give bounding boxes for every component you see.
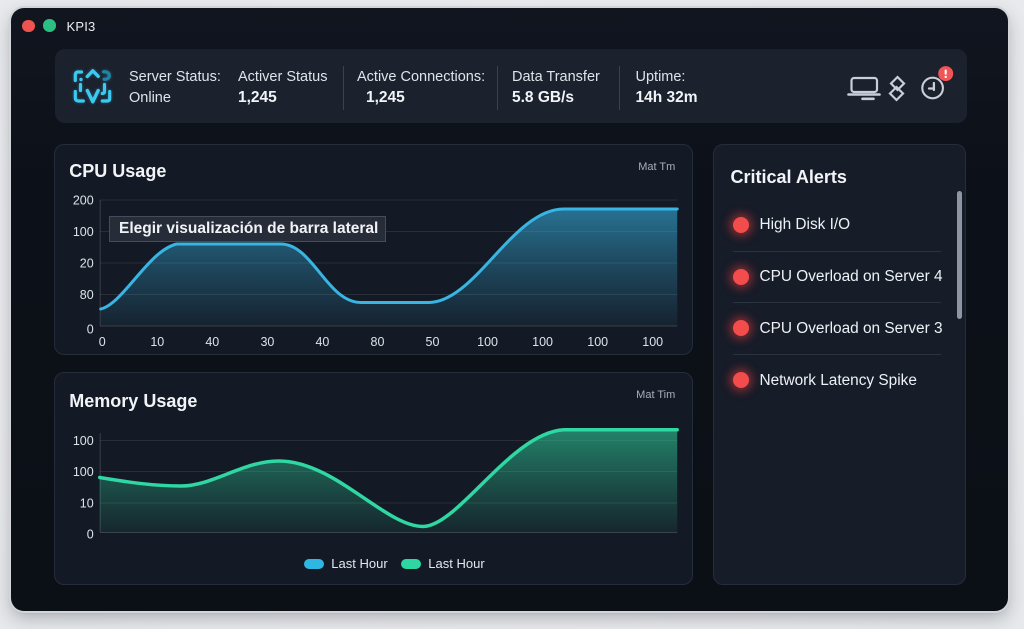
svg-text:100: 100 <box>532 335 553 349</box>
svg-text:10: 10 <box>80 496 94 510</box>
svg-text:80: 80 <box>371 335 385 349</box>
svg-text:50: 50 <box>426 335 440 349</box>
svg-text:10: 10 <box>151 335 165 349</box>
svg-text:0: 0 <box>87 323 94 337</box>
svg-text:100: 100 <box>73 465 94 479</box>
svg-text:0: 0 <box>87 527 94 541</box>
svg-text:100: 100 <box>588 335 609 349</box>
svg-text:100: 100 <box>643 335 664 349</box>
svg-text:200: 200 <box>73 194 94 208</box>
svg-text:100: 100 <box>73 434 94 448</box>
svg-text:30: 30 <box>261 335 275 349</box>
svg-text:100: 100 <box>73 225 94 239</box>
svg-text:0: 0 <box>99 335 106 349</box>
svg-text:40: 40 <box>206 335 220 349</box>
svg-text:100: 100 <box>477 335 498 349</box>
svg-text:20: 20 <box>80 257 94 271</box>
svg-text:80: 80 <box>80 288 94 302</box>
svg-text:40: 40 <box>316 335 330 349</box>
